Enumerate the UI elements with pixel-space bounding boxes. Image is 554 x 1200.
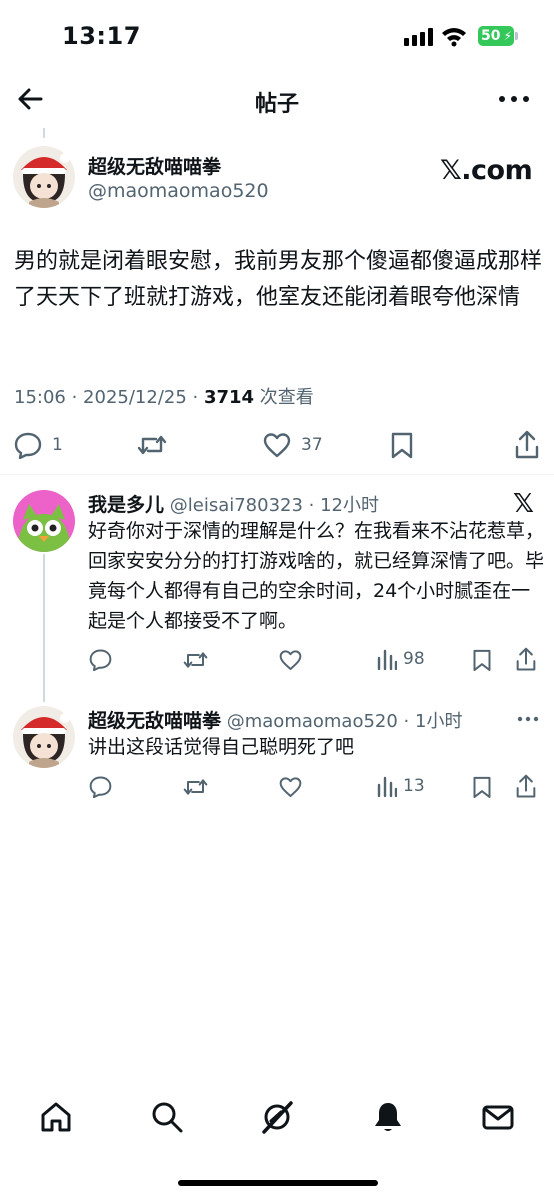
post-meta: 15:06 · 2025/12/25 · 3714 次查看 — [14, 383, 314, 409]
reply-icon — [89, 649, 112, 671]
repost-icon — [137, 435, 167, 455]
messages-icon[interactable] — [481, 1100, 515, 1134]
post-timestamp: 15:06 · 2025/12/25 · — [14, 387, 204, 408]
views-button[interactable]: 98 — [377, 648, 425, 670]
reply-icon — [14, 432, 42, 459]
reply-icon — [89, 776, 112, 798]
bookmark-button[interactable] — [472, 648, 492, 672]
charging-icon: ⚡ — [503, 29, 512, 43]
reply-button[interactable] — [89, 775, 112, 798]
like-count: 37 — [301, 435, 323, 455]
repost-button[interactable] — [183, 649, 208, 671]
repost-icon — [183, 652, 208, 668]
bookmark-button[interactable] — [390, 431, 414, 459]
views-count: 3714 — [203, 387, 255, 408]
author-name[interactable]: 超级无敌喵喵拳 — [88, 710, 221, 732]
home-indicator[interactable] — [178, 1180, 378, 1186]
bottom-tab-bar — [0, 1090, 554, 1150]
status-time: 13:17 — [62, 22, 141, 50]
heart-icon — [263, 433, 291, 458]
post-text: 男的就是闭着眼安慰，我前男友那个傻逼都傻逼成那样了天天下了班就打游戏，他室友还能… — [14, 249, 543, 310]
ellipsis-horizontal-icon[interactable] — [517, 716, 539, 722]
author-handle[interactable]: @maomaomao520 — [88, 180, 269, 202]
like-button[interactable]: 37 — [263, 432, 323, 458]
analytics-icon — [377, 776, 397, 797]
heart-icon — [279, 650, 302, 671]
avatar[interactable] — [13, 146, 75, 208]
x-logo-icon: 𝕏 — [513, 489, 534, 519]
bookmark-icon — [473, 776, 491, 798]
reply-header: 我是多儿 @leisai780323 · 12小时 — [88, 490, 379, 517]
views-count: 13 — [403, 776, 425, 796]
repost-button[interactable] — [183, 776, 208, 798]
like-button[interactable] — [279, 776, 302, 798]
reply-header: 超级无敌喵喵拳 @maomaomao520 · 1小时 — [88, 706, 462, 733]
views-count: 98 — [403, 649, 425, 669]
author-handle[interactable]: @leisai780323 · 12小时 — [164, 495, 379, 516]
heart-icon — [279, 777, 302, 798]
thread-connector — [43, 128, 45, 138]
page-title: 帖子 — [254, 92, 299, 117]
reply-button[interactable] — [89, 648, 112, 671]
avatar[interactable] — [13, 490, 75, 552]
analytics-icon — [377, 649, 397, 670]
bookmark-icon — [391, 432, 413, 459]
status-bar: 13:17 50 ⚡ — [0, 0, 554, 70]
share-button[interactable] — [515, 774, 537, 799]
share-button[interactable] — [515, 647, 537, 672]
x-com-badge: 𝕏.com — [440, 155, 533, 186]
top-nav: 帖子 — [0, 70, 554, 130]
home-icon[interactable] — [39, 1100, 73, 1134]
search-icon[interactable] — [150, 1100, 184, 1134]
views-label: 次查看 — [254, 387, 314, 408]
repost-button[interactable] — [137, 432, 167, 458]
wifi-icon — [442, 28, 466, 47]
author-name[interactable]: 我是多儿 — [88, 494, 164, 516]
share-icon — [516, 647, 536, 671]
divider — [0, 474, 554, 475]
like-button[interactable] — [279, 649, 302, 671]
thread-connector — [43, 554, 45, 702]
share-button[interactable] — [514, 430, 540, 460]
grok-icon[interactable] — [260, 1100, 294, 1134]
share-icon — [515, 430, 539, 459]
author-name[interactable]: 超级无敌喵喵拳 — [88, 152, 221, 179]
share-icon — [516, 774, 536, 798]
author-handle[interactable]: @maomaomao520 · 1小时 — [221, 711, 463, 732]
cellular-signal-icon — [404, 28, 434, 46]
reply-count: 1 — [52, 435, 63, 455]
battery-indicator: 50 ⚡ — [478, 26, 514, 46]
reply-button[interactable]: 1 — [14, 431, 63, 459]
repost-icon — [183, 779, 208, 795]
reply-text: 好奇你对于深情的理解是什么？在我看来不沾花惹草，回家安安分分的打打游戏啥的，就已… — [88, 520, 545, 632]
avatar[interactable] — [13, 706, 75, 768]
views-button[interactable]: 13 — [377, 775, 425, 797]
bookmark-icon — [473, 649, 491, 671]
notifications-icon[interactable] — [371, 1100, 405, 1134]
battery-tip — [515, 32, 518, 40]
reply-text: 讲出这段话觉得自己聪明死了吧 — [88, 736, 355, 758]
ellipsis-horizontal-icon[interactable] — [498, 94, 530, 104]
bookmark-button[interactable] — [472, 775, 492, 799]
